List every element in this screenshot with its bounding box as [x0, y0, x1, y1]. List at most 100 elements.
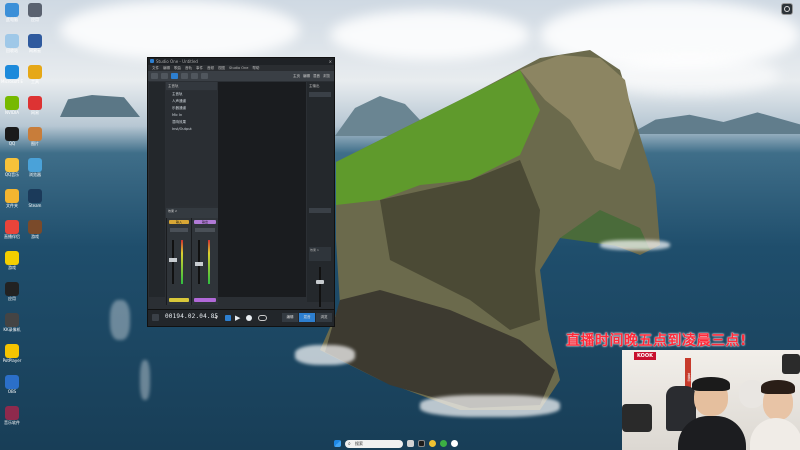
- desktop-icon-label: PotPlayer: [2, 358, 22, 363]
- desktop-icon[interactable]: 游戏: [1, 251, 23, 270]
- search-placeholder: 搜索: [355, 440, 363, 446]
- app-icon[interactable]: [451, 440, 458, 447]
- desktop-icon[interactable]: 图片: [24, 127, 46, 146]
- app-icon[interactable]: [440, 440, 447, 447]
- desktop-icon[interactable]: 音乐软件: [1, 406, 23, 425]
- wall-item: [782, 354, 800, 374]
- fx-insert-panel: 效果 1: [309, 247, 331, 261]
- desktop-icon-label: 网易云: [29, 48, 41, 53]
- track-row[interactable]: 主音轨: [166, 91, 217, 98]
- toolbar-label[interactable]: 主页: [293, 74, 300, 79]
- toolbar-label[interactable]: 浏览: [323, 74, 330, 79]
- desktop-icon[interactable]: 直播伴侣: [1, 220, 23, 239]
- track-row[interactable]: 乐器通道: [166, 105, 217, 112]
- arrange-area[interactable]: [218, 82, 306, 297]
- desktop-icon[interactable]: OBS: [1, 375, 23, 394]
- stop-icon[interactable]: [225, 315, 231, 321]
- desktop-icon-label: 游戏: [8, 265, 16, 270]
- app-icon: [5, 158, 19, 172]
- tab-browse[interactable]: 浏览: [316, 313, 332, 322]
- wave-foam: [295, 345, 355, 365]
- desktop-icon[interactable]: 应用: [24, 3, 46, 22]
- menu-item[interactable]: 视图: [218, 65, 225, 71]
- close-icon[interactable]: ×: [329, 58, 332, 65]
- fx-slot[interactable]: [309, 208, 331, 213]
- loop-icon[interactable]: [258, 315, 267, 321]
- channel-fader[interactable]: [169, 258, 177, 262]
- tab-mix[interactable]: 混音: [299, 313, 315, 322]
- track-row[interactable]: 混响效果: [166, 119, 217, 126]
- menu-item[interactable]: 音轨: [185, 65, 192, 71]
- pencil-tool-icon[interactable]: [191, 73, 198, 79]
- pan-knob[interactable]: [195, 228, 215, 232]
- menu-item[interactable]: 事件: [196, 65, 203, 71]
- pan-knob[interactable]: [170, 228, 188, 232]
- track-row[interactable]: 人声通道: [166, 98, 217, 105]
- desktop-icon[interactable]: 网易云: [24, 34, 46, 53]
- app-icon[interactable]: [418, 440, 425, 447]
- app-icon: [28, 220, 42, 234]
- app-icon: [5, 127, 19, 141]
- menu-item[interactable]: 编辑: [163, 65, 170, 71]
- menu-item[interactable]: 文件: [152, 65, 159, 71]
- task-view-icon[interactable]: [407, 440, 414, 447]
- fx-label: 效果 1: [310, 248, 319, 252]
- desktop-icon[interactable]: 回收站: [1, 34, 23, 53]
- desktop-icon[interactable]: 工具: [24, 65, 46, 84]
- shelf-item: [622, 404, 652, 432]
- desktop-icon[interactable]: KK录像机: [1, 313, 23, 332]
- eraser-tool-icon[interactable]: [201, 73, 208, 79]
- rewind-icon[interactable]: ◂: [214, 315, 220, 321]
- range-tool-icon[interactable]: [181, 73, 188, 79]
- tab-edit[interactable]: 编辑: [282, 313, 298, 322]
- desktop-icon[interactable]: 游戏: [24, 220, 46, 239]
- desktop-icon[interactable]: 文件夹: [1, 189, 23, 208]
- arrow-tool-icon[interactable]: [171, 73, 178, 79]
- track-row[interactable]: Mic In: [166, 112, 217, 119]
- desktop-icon[interactable]: QQ音乐: [1, 158, 23, 177]
- record-icon[interactable]: [246, 315, 252, 321]
- desktop-icon-label: QQ: [8, 141, 16, 146]
- app-icon: [5, 189, 19, 203]
- settings-icon[interactable]: [781, 3, 793, 15]
- desktop-icon[interactable]: PotPlayer: [1, 344, 23, 363]
- metronome-icon[interactable]: [152, 314, 159, 321]
- desktop-icon[interactable]: 浏览器: [24, 158, 46, 177]
- start-icon[interactable]: [334, 440, 341, 447]
- level-meter: [181, 240, 183, 284]
- mixer-header-label: 效果 2: [168, 209, 177, 213]
- track-row[interactable]: Inst/Output: [166, 126, 217, 133]
- app-icon: [5, 282, 19, 296]
- toolbar-button[interactable]: [151, 73, 158, 79]
- menu-item[interactable]: Studio One: [229, 65, 248, 71]
- level-meter: [208, 240, 210, 284]
- menu-item[interactable]: 音频: [207, 65, 214, 71]
- desktop-icon-label: Steam: [28, 203, 42, 208]
- transport-bar: 00194.02.04.85 ◂ ▶ 编辑 混音 浏览: [148, 309, 334, 326]
- desktop-icon-label: 回收站: [6, 48, 18, 53]
- desktop-icon[interactable]: NVIDIA: [1, 96, 23, 115]
- desktop-icon[interactable]: 此电脑: [1, 3, 23, 22]
- toolbar-label[interactable]: 混音: [313, 74, 320, 79]
- output-select[interactable]: [309, 92, 331, 97]
- app-icon[interactable]: [429, 440, 436, 447]
- daw-titlebar[interactable]: Studio One - Untitled ×: [148, 58, 334, 65]
- desktop-icon[interactable]: 网易: [24, 96, 46, 115]
- taskbar-search[interactable]: ⌕ 搜索: [345, 439, 403, 448]
- channel-fader[interactable]: [195, 262, 203, 266]
- desktop-icon[interactable]: 应用: [1, 282, 23, 301]
- play-icon[interactable]: ▶: [235, 315, 241, 322]
- desktop-icon[interactable]: QQ: [1, 127, 23, 146]
- daw-window[interactable]: Studio One - Untitled × 文件 编辑 歌曲 音轨 事件 音频 视图 St…: [147, 57, 335, 327]
- menu-item[interactable]: 帮助: [252, 65, 259, 71]
- toolbar-button[interactable]: [161, 73, 168, 79]
- desktop-icon[interactable]: Microsoft Edge: [1, 65, 23, 84]
- app-icon: [5, 251, 19, 265]
- master-fader[interactable]: [316, 280, 324, 284]
- desktop-icon-label: 文件夹: [6, 203, 18, 208]
- app-icon: [28, 158, 42, 172]
- menu-item[interactable]: 歌曲: [174, 65, 181, 71]
- window-title: Studio One - Untitled: [156, 59, 198, 64]
- toolbar-label[interactable]: 编辑: [303, 74, 310, 79]
- desktop-icon[interactable]: Steam: [24, 189, 46, 208]
